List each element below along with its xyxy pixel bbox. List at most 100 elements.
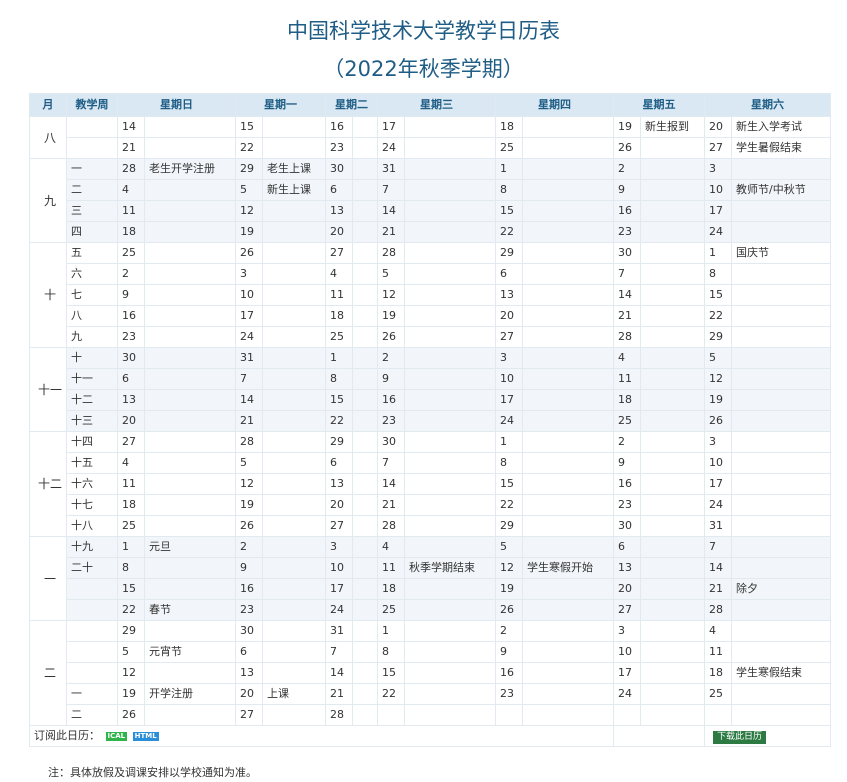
- day-date-thursday: 9: [495, 641, 523, 663]
- html-link[interactable]: HTML: [132, 731, 159, 741]
- day-event-friday: [640, 221, 705, 243]
- day-event-monday: [262, 200, 326, 222]
- calendar-row: 22 春节 23 24 25 26 27 28: [30, 599, 831, 621]
- col-wednesday: 星期三: [377, 93, 496, 117]
- day-event-wednesday: [404, 242, 496, 264]
- day-event-monday: [262, 305, 326, 327]
- calendar-row: 十一 6 7 8 9 10 11 12: [30, 368, 831, 390]
- day-date-monday: 21: [235, 410, 263, 432]
- day-date-sunday: 4: [117, 179, 145, 201]
- day-event-monday: 上课: [262, 683, 326, 705]
- day-event-monday: [262, 620, 326, 642]
- day-date-friday: 11: [613, 368, 641, 390]
- day-event-sunday: [144, 242, 236, 264]
- day-event-wednesday: [404, 200, 496, 222]
- calendar-row: 七 9 10 11 12 13 14 15: [30, 284, 831, 306]
- calendar-row: 15 16 17 18 19 20 21 除夕: [30, 578, 831, 600]
- week-number: 三: [66, 200, 118, 222]
- day-date-wednesday: 24: [377, 137, 405, 159]
- day-event-thursday: [522, 599, 614, 621]
- day-date-thursday: [495, 704, 523, 726]
- day-date-wednesday: 31: [377, 158, 405, 180]
- day-date-thursday: 26: [495, 599, 523, 621]
- day-event-thursday: [522, 704, 614, 726]
- calendar-row: 一 19 开学注册 20 上课 21 22 23 24 25: [30, 683, 831, 705]
- day-date-friday: 13: [613, 557, 641, 579]
- day-date-thursday: 17: [495, 389, 523, 411]
- day-event-friday: [640, 305, 705, 327]
- calendar-row: 四 18 19 20 21 22 23 24: [30, 221, 831, 243]
- week-number: 一: [66, 158, 118, 180]
- day-date-monday: 10: [235, 284, 263, 306]
- day-date-sunday: 18: [117, 494, 145, 516]
- day-event-sunday: [144, 116, 236, 138]
- day-date-saturday: 24: [704, 221, 732, 243]
- day-date-friday: 3: [613, 620, 641, 642]
- day-date-tuesday: 31: [325, 620, 353, 642]
- day-date-wednesday: 19: [377, 305, 405, 327]
- day-date-monday: 6: [235, 641, 263, 663]
- footer-row: 订阅此日历： ICAL HTML 下载此日历: [29, 725, 831, 747]
- day-date-wednesday: 14: [377, 200, 405, 222]
- day-date-friday: 16: [613, 200, 641, 222]
- day-date-friday: 9: [613, 179, 641, 201]
- day-date-friday: [613, 704, 641, 726]
- day-event-monday: 老生上课: [262, 158, 326, 180]
- day-date-wednesday: 17: [377, 116, 405, 138]
- day-date-monday: 26: [235, 242, 263, 264]
- day-event-wednesday: [404, 284, 496, 306]
- calendar-table: 月 教学周 星期日 星期一 星期二 星期三 星期四 星期五 星期六 八 14 15 1…: [29, 93, 831, 747]
- day-date-thursday: 18: [495, 116, 523, 138]
- day-date-saturday: 28: [704, 599, 732, 621]
- day-date-monday: 14: [235, 389, 263, 411]
- day-event-tuesday: [352, 704, 378, 726]
- day-event-friday: [640, 137, 705, 159]
- day-event-wednesday: [404, 452, 496, 474]
- day-event-wednesday: [404, 326, 496, 348]
- day-date-thursday: 3: [495, 347, 523, 369]
- day-event-saturday: [731, 557, 831, 579]
- day-event-sunday: [144, 137, 236, 159]
- subscribe-label: 订阅此日历：: [34, 729, 100, 742]
- day-event-saturday: 新生入学考试: [731, 116, 831, 138]
- day-event-thursday: [522, 578, 614, 600]
- day-event-sunday: 元旦: [144, 536, 236, 558]
- day-date-friday: 7: [613, 263, 641, 285]
- day-event-saturday: [731, 263, 831, 285]
- day-date-friday: 10: [613, 641, 641, 663]
- calendar-row: 5 元宵节 6 7 8 9 10 11: [30, 641, 831, 663]
- day-date-saturday: 12: [704, 368, 732, 390]
- calendar-row: 十二 十四 27 28 29 30 1 2 3: [29, 431, 831, 537]
- day-event-tuesday: [352, 368, 378, 390]
- day-event-friday: [640, 410, 705, 432]
- day-date-sunday: 19: [117, 683, 145, 705]
- day-event-friday: [640, 683, 705, 705]
- download-button[interactable]: 下载此日历: [713, 731, 767, 744]
- day-date-saturday: 31: [704, 515, 732, 537]
- day-event-tuesday: [352, 263, 378, 285]
- calendar-row: 二 26 27 28: [30, 704, 831, 726]
- day-date-wednesday: [377, 704, 405, 726]
- ical-link[interactable]: ICAL: [105, 731, 128, 741]
- day-event-monday: [262, 368, 326, 390]
- day-date-saturday: 26: [704, 410, 732, 432]
- day-event-saturday: 学生暑假结束: [731, 137, 831, 159]
- calendar-row: 十七 18 19 20 21 22 23 24: [30, 494, 831, 516]
- day-event-thursday: [522, 200, 614, 222]
- week-number: 二: [66, 179, 118, 201]
- week-number: [66, 578, 118, 600]
- day-event-sunday: 春节: [144, 599, 236, 621]
- day-date-wednesday: 18: [377, 578, 405, 600]
- day-event-thursday: [522, 221, 614, 243]
- calendar-row: 十五 4 5 6 7 8 9 10: [30, 452, 831, 474]
- day-event-monday: [262, 326, 326, 348]
- day-date-saturday: 3: [704, 431, 732, 453]
- page-title: 中国科学技术大学教学日历表: [287, 19, 560, 43]
- day-date-monday: 28: [235, 431, 263, 453]
- day-event-thursday: [522, 410, 614, 432]
- day-event-saturday: [731, 641, 831, 663]
- day-event-wednesday: [404, 263, 496, 285]
- day-date-wednesday: 1: [377, 620, 405, 642]
- day-event-wednesday: [404, 494, 496, 516]
- day-event-tuesday: [352, 158, 378, 180]
